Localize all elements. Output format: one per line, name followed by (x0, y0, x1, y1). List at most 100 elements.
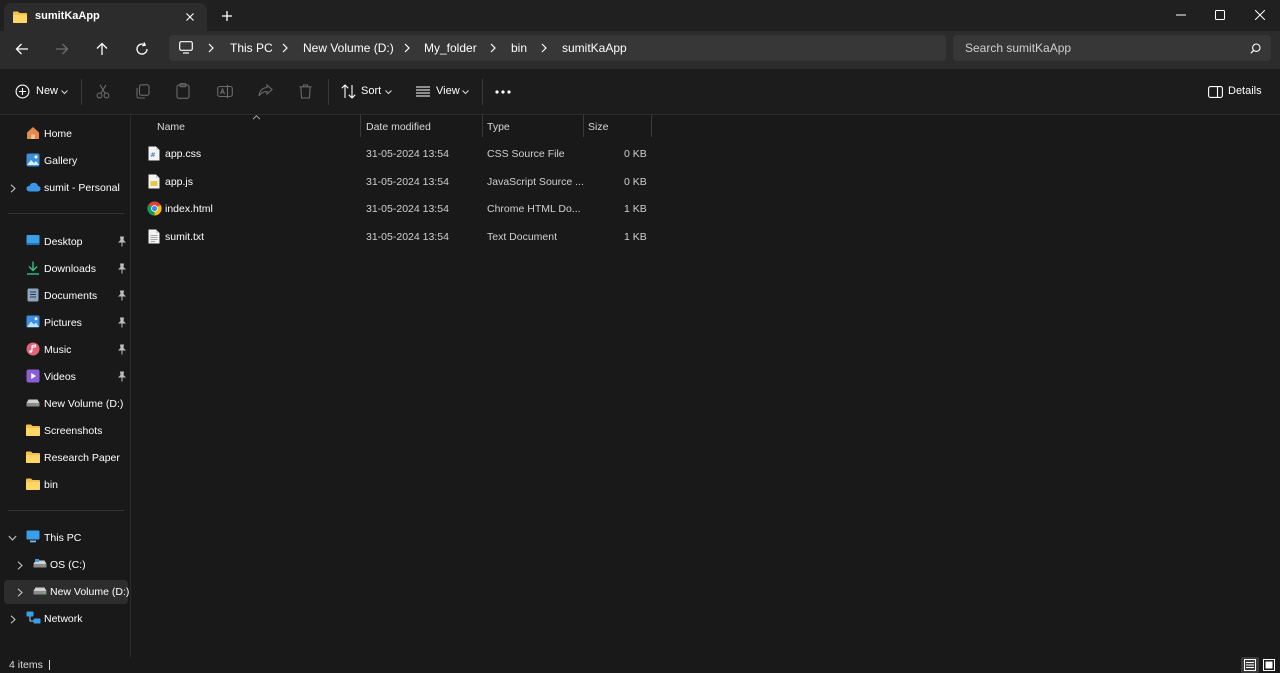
paste-button[interactable] (175, 80, 193, 104)
sidebar-item-os-c[interactable]: OS (C:) (4, 553, 128, 577)
sidebar-item-downloads[interactable]: Downloads (4, 257, 128, 281)
tiles-view-icon (1263, 659, 1275, 671)
rename-button[interactable] (216, 80, 234, 104)
documents-icon (27, 288, 39, 302)
forward-button[interactable] (49, 37, 75, 61)
sidebar-item-this-pc[interactable]: This PC (4, 526, 128, 550)
chevron-right-icon[interactable] (10, 184, 16, 193)
downloads-icon (27, 261, 39, 275)
sidebar-item-bin[interactable]: bin (4, 473, 128, 497)
sidebar-item-videos[interactable]: Videos (4, 365, 128, 389)
plus-icon (222, 11, 232, 21)
sidebar-item-gallery[interactable]: Gallery (4, 149, 128, 173)
refresh-button[interactable] (129, 37, 155, 61)
chevron-right-icon[interactable] (17, 561, 23, 570)
file-row-index-html[interactable]: index.html 31-05-2024 13:54 Chrome HTML … (142, 197, 652, 221)
new-tab-button[interactable] (218, 7, 236, 25)
sidebar-item-network[interactable]: Network (4, 607, 128, 631)
chevron-right-icon (404, 43, 410, 53)
chevron-down-icon (61, 90, 68, 95)
network-icon (26, 611, 41, 624)
sidebar-item-research-paper[interactable]: Research Paper (4, 446, 128, 470)
column-header-size[interactable]: Size (588, 119, 650, 139)
sidebar-separator (8, 510, 124, 511)
search-placeholder: Search sumitKaApp (965, 41, 1072, 55)
file-row-sumit-txt[interactable]: sumit.txt 31-05-2024 13:54 Text Document… (142, 225, 652, 249)
sidebar-item-home[interactable]: Home (4, 122, 128, 146)
new-button[interactable]: New (13, 80, 71, 104)
column-divider[interactable] (651, 115, 652, 137)
maximize-icon (1215, 10, 1225, 20)
column-header-type[interactable]: Type (487, 119, 582, 139)
chevron-right-icon (208, 43, 214, 53)
breadcrumb-new-volume[interactable]: New Volume (D:) (303, 41, 394, 55)
close-icon (186, 13, 194, 21)
chevron-down-icon[interactable] (8, 535, 17, 541)
column-divider[interactable] (360, 115, 361, 137)
column-divider[interactable] (583, 115, 584, 137)
chevron-right-icon[interactable] (10, 615, 16, 624)
column-header-name[interactable]: Name (157, 119, 360, 139)
arrow-left-icon (15, 43, 28, 55)
sidebar-item-new-volume-d[interactable]: New Volume (D:) (4, 392, 128, 416)
details-pane-button[interactable]: Details (1206, 80, 1268, 104)
breadcrumb-my-folder[interactable]: My_folder (424, 41, 477, 55)
breadcrumb-this-pc[interactable]: This PC (230, 41, 273, 55)
breadcrumb-sumitkaapp[interactable]: sumitKaApp (562, 41, 627, 55)
toolbar-divider (482, 79, 483, 105)
sort-button[interactable]: Sort (339, 80, 395, 104)
details-view-button[interactable] (1241, 657, 1259, 673)
sidebar-item-label: Home (44, 128, 73, 140)
sidebar-item-new-volume-d-tree[interactable]: New Volume (D:) (4, 580, 129, 604)
chevron-right-icon[interactable] (17, 588, 23, 597)
arrow-up-icon (96, 42, 108, 55)
close-tab-button[interactable] (182, 9, 198, 25)
plus-circle-icon (15, 84, 30, 99)
breadcrumb-bin[interactable]: bin (511, 41, 527, 55)
file-date: 31-05-2024 13:54 (366, 231, 449, 243)
column-divider[interactable] (482, 115, 483, 137)
back-button[interactable] (9, 37, 35, 61)
view-label: View (436, 85, 460, 97)
search-input[interactable]: Search sumitKaApp (953, 35, 1271, 61)
copy-button[interactable] (135, 80, 153, 104)
view-button[interactable]: View (414, 80, 472, 104)
sidebar-item-documents[interactable]: Documents (4, 284, 128, 308)
pin-icon (118, 371, 126, 382)
address-bar[interactable]: This PC New Volume (D:) My_folder bin su… (169, 35, 946, 61)
delete-button[interactable] (297, 80, 315, 104)
sidebar-item-screenshots[interactable]: Screenshots (4, 419, 128, 443)
sidebar-item-label: Screenshots (44, 425, 103, 437)
folder-icon (26, 424, 40, 436)
sidebar-item-onedrive[interactable]: sumit - Personal (4, 176, 128, 200)
drive-icon (33, 587, 47, 595)
sidebar-item-label: Downloads (44, 263, 96, 275)
sidebar-item-desktop[interactable]: Desktop (4, 230, 128, 254)
minimize-button[interactable] (1161, 0, 1201, 31)
rename-icon (217, 84, 233, 99)
pin-icon (118, 290, 126, 301)
sidebar-item-pictures[interactable]: Pictures (4, 311, 128, 335)
file-row-app-css[interactable]: # app.css 31-05-2024 13:54 CSS Source Fi… (142, 142, 652, 166)
details-pane-icon (1208, 86, 1223, 98)
sidebar-item-label: OS (C:) (50, 559, 86, 571)
paste-icon (176, 83, 190, 99)
pc-icon (26, 530, 40, 543)
share-button[interactable] (257, 80, 275, 104)
up-button[interactable] (89, 37, 115, 61)
sidebar-item-music[interactable]: Music (4, 338, 128, 362)
tab-sumitkaapp[interactable]: sumitKaApp (4, 3, 207, 31)
sidebar-separator (8, 213, 124, 214)
sidebar-item-label: New Volume (D:) (44, 398, 124, 410)
maximize-button[interactable] (1200, 0, 1240, 31)
column-header-date-modified[interactable]: Date modified (366, 119, 481, 139)
tiles-view-button[interactable] (1260, 657, 1278, 673)
cut-button[interactable] (95, 80, 113, 104)
file-name: index.html (165, 203, 213, 215)
close-window-button[interactable] (1240, 0, 1280, 31)
file-type: Chrome HTML Do... (487, 203, 581, 215)
more-options-button[interactable] (492, 80, 514, 104)
css-file-icon: # (148, 146, 160, 161)
file-size: 1 KB (624, 231, 647, 243)
file-row-app-js[interactable]: app.js 31-05-2024 13:54 JavaScript Sourc… (142, 170, 652, 194)
